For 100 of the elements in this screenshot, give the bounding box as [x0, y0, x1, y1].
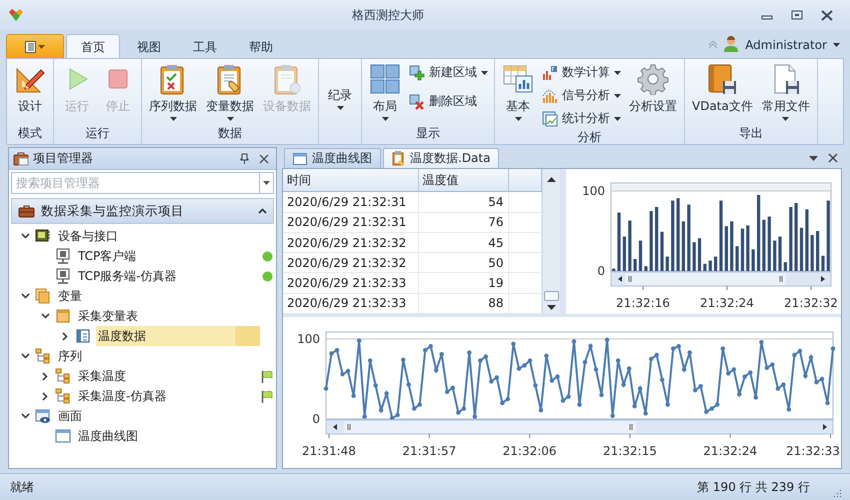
tree-item[interactable]: 采集变量表 [76, 306, 260, 326]
tree-item[interactable]: 画面 [56, 406, 260, 426]
ribbon-button[interactable]: 基本 [498, 61, 538, 129]
search-field[interactable]: 搜索项目管理器 [11, 172, 259, 194]
table-cell: 54 [418, 192, 508, 212]
bar [708, 260, 712, 271]
chevron-right-icon[interactable] [62, 332, 68, 340]
axis-label: 21:31:57 [402, 444, 456, 458]
group-label: 数据 [217, 125, 243, 142]
scroll-up-icon[interactable] [547, 177, 556, 182]
table-cell: 2020/6/29 21:32:31 [283, 192, 418, 212]
bar [784, 262, 787, 271]
toolbox-icon [18, 204, 35, 218]
user-menu-button[interactable]: Administrator [723, 36, 840, 53]
ribbon-tab[interactable]: 工具 [178, 34, 232, 58]
bar [698, 238, 702, 271]
ribbon-tab[interactable]: 首页 [66, 34, 120, 58]
window-chart-icon [542, 110, 558, 126]
close-icon[interactable] [828, 153, 838, 163]
folder-stack-icon [35, 288, 51, 304]
ribbon-button[interactable]: 删除区域 [406, 91, 491, 112]
ribbon-button[interactable]: 变量数据 [202, 61, 258, 125]
app-menu-button[interactable] [6, 34, 64, 58]
axis-label: 0 [597, 264, 605, 278]
axis-label: 21:32:33 [786, 444, 840, 458]
scroll-thumb[interactable] [544, 291, 560, 301]
ribbon-tab[interactable]: 视图 [122, 34, 176, 58]
chevron-down-icon[interactable] [20, 353, 30, 359]
document-tab[interactable]: 温度数据.Data [383, 148, 500, 168]
chevron-down-icon[interactable] [20, 413, 30, 419]
window-title: 格西测控大师 [351, 6, 425, 24]
tree-item[interactable]: TCP服务端-仿真器 [76, 266, 260, 286]
tree-item[interactable]: 设备与接口 [56, 226, 260, 246]
dropdown-button[interactable] [259, 172, 274, 194]
ribbon-button[interactable]: VData文件 [688, 61, 757, 125]
document-tab[interactable]: 温度曲线图 [284, 148, 381, 168]
axis-label: 21:32:24 [700, 296, 754, 310]
bar [789, 207, 792, 271]
column-header[interactable]: 时间 [283, 169, 418, 192]
bar [682, 221, 685, 271]
gear-icon [637, 63, 669, 95]
axis-label: 21:32:16 [616, 296, 670, 310]
ribbon-button[interactable]: 新建区域 [406, 62, 491, 83]
group-label: 分析 [576, 129, 602, 146]
ribbon-button[interactable]: 布局 [365, 61, 405, 125]
ribbon-button[interactable]: 分析设置 [625, 61, 681, 129]
resize-grip-icon[interactable] [832, 488, 842, 498]
hierarchy-icon [55, 368, 71, 384]
delete-region-icon [409, 94, 425, 110]
chevron-down-icon[interactable] [20, 293, 30, 299]
bar [810, 235, 814, 271]
ribbon-button[interactable]: 数学计算 [539, 62, 624, 83]
column-header[interactable]: 温度值 [418, 169, 508, 192]
ribbon-button[interactable]: 设计 [10, 61, 50, 125]
group-label: 导出 [738, 125, 764, 142]
chart-scrollbar[interactable] [326, 420, 834, 434]
chevron-right-icon[interactable] [42, 392, 48, 400]
bar [768, 216, 771, 271]
bar [655, 207, 658, 271]
scroll-down-icon[interactable] [547, 305, 556, 310]
bar [724, 226, 728, 271]
table-cell: 19 [418, 272, 508, 294]
tree-item[interactable]: TCP客户端 [76, 246, 260, 266]
bar [800, 228, 804, 271]
window-icon [293, 152, 307, 164]
table-cell: 2020/6/29 21:32:33 [283, 272, 418, 294]
ribbon-button[interactable]: 常用文件 [758, 61, 814, 125]
caret-icon [833, 42, 840, 46]
collapse-icon[interactable] [258, 208, 267, 214]
axis-label: 0 [312, 412, 320, 426]
table-cell: 50 [418, 252, 508, 273]
scrollbar[interactable] [542, 169, 560, 314]
project-header[interactable]: 数据采集与监控演示项目 [11, 198, 274, 224]
ribbon-button[interactable]: 信号分析 [539, 85, 624, 106]
tree-item[interactable]: 采集温度-仿真器 [76, 386, 260, 406]
user-icon [723, 36, 740, 53]
tree-item[interactable]: 采集温度 [76, 366, 260, 386]
chevron-down-icon[interactable] [40, 313, 50, 319]
tree-item[interactable]: 温度数据 [96, 326, 260, 346]
table-icon [55, 308, 71, 324]
header-cell [508, 169, 542, 192]
tree-item[interactable]: 序列 [56, 346, 260, 366]
dropdown-icon[interactable] [809, 156, 818, 160]
ribbon-button[interactable]: 纪录 [322, 61, 358, 125]
layout-grid-icon [369, 63, 401, 95]
bar [778, 236, 782, 271]
tree-item[interactable]: 温度曲线图 [76, 426, 260, 446]
row-position: 第 190 行 共 239 行 [697, 478, 810, 496]
ribbon-button[interactable]: 统计分析 [539, 108, 624, 129]
chevron-right-icon[interactable] [42, 372, 48, 380]
chart-scrollbar[interactable] [610, 272, 832, 286]
bar [622, 236, 626, 271]
bar [638, 240, 642, 271]
axis-label: 21:31:48 [302, 444, 356, 458]
ribbon-tab[interactable]: 帮助 [234, 34, 288, 58]
chevron-down-icon[interactable] [20, 233, 30, 239]
table-cell: 76 [418, 212, 508, 232]
device-board-icon [35, 228, 51, 244]
tree-item[interactable]: 变量 [56, 286, 260, 306]
ribbon-button[interactable]: 序列数据 [145, 61, 201, 125]
